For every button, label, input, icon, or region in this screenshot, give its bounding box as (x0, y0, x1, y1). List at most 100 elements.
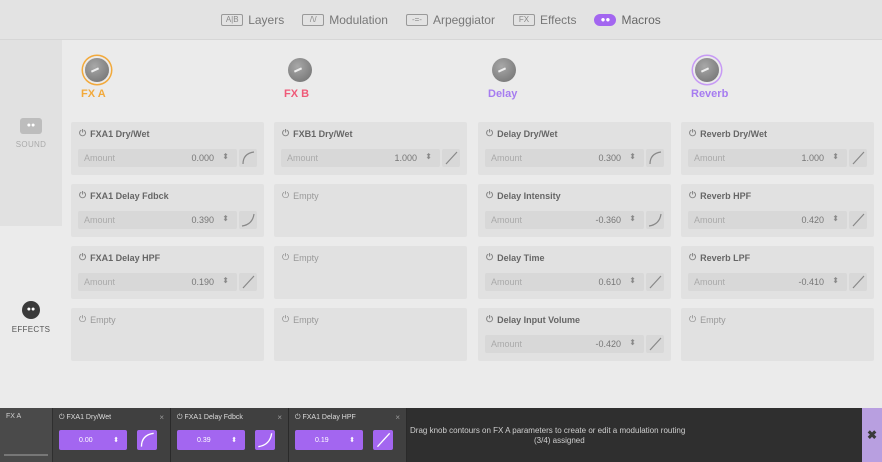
power-icon[interactable]: ⏻ (689, 128, 696, 139)
remove-icon[interactable]: × (159, 413, 164, 422)
power-icon[interactable]: ⏻ (79, 128, 86, 139)
amount-field[interactable]: Amount 0.190 ⬍ (78, 273, 237, 291)
amount-field[interactable]: Amount 0.420 ⬍ (688, 211, 847, 229)
close-button[interactable]: ✖ (862, 408, 882, 462)
curve-linear-icon[interactable] (442, 149, 460, 167)
amount-field[interactable]: Amount 0.000 ⬍ (78, 149, 237, 167)
slot-title: ⏻ Empty (689, 314, 726, 325)
macro-slot[interactable]: ⏻ Delay Time Amount 0.610 ⬍ (478, 246, 671, 299)
amount-field[interactable]: Amount -0.420 ⬍ (485, 335, 644, 353)
power-icon[interactable]: ⏻ (282, 252, 289, 263)
power-icon[interactable]: ⏻ (689, 314, 696, 325)
modulation-slot[interactable]: ⏻ FXA1 Delay HPF × 0.19 ⬍ (289, 408, 407, 462)
curve-exp-icon[interactable] (255, 430, 275, 450)
macro-knob[interactable] (85, 58, 109, 82)
stepper-icon[interactable]: ⬍ (629, 276, 636, 285)
tab-arpeggiator[interactable]: -=- Arpeggiator (405, 13, 495, 27)
macro-slot[interactable]: ⏻ Empty (274, 184, 467, 237)
power-icon[interactable]: ⏻ (282, 190, 289, 201)
power-icon[interactable]: ⏻ (486, 252, 493, 263)
sidebar-item-effects[interactable]: ●● EFFECTS (0, 226, 62, 408)
stepper-icon[interactable]: ⬍ (349, 436, 355, 444)
curve-linear-icon[interactable] (849, 273, 867, 291)
macro-slot[interactable]: ⏻ FXA1 Delay Fdbck Amount 0.390 ⬍ (71, 184, 264, 237)
curve-exp-icon[interactable] (239, 211, 257, 229)
remove-icon[interactable]: × (395, 413, 400, 422)
amount-field[interactable]: Amount 0.390 ⬍ (78, 211, 237, 229)
modulation-amount-field[interactable]: 0.39 ⬍ (177, 430, 245, 450)
slot-title-text: FXA1 Delay HPF (90, 252, 161, 263)
slot-title-text: FXA1 Dry/Wet (90, 128, 150, 139)
amount-label: Amount (491, 153, 523, 163)
stepper-icon[interactable]: ⬍ (629, 214, 636, 223)
macro-slot[interactable]: ⏻ FXA1 Delay HPF Amount 0.190 ⬍ (71, 246, 264, 299)
slot-title: ⏻ FXA1 Delay Fdbck (79, 190, 169, 201)
stepper-icon[interactable]: ⬍ (832, 214, 839, 223)
amount-field[interactable]: Amount 1.000 ⬍ (688, 149, 847, 167)
macro-slot[interactable]: ⏻ Empty (274, 308, 467, 361)
curve-linear-icon[interactable] (849, 149, 867, 167)
macro-slot[interactable]: ⏻ Empty (274, 246, 467, 299)
curve-log-icon[interactable] (137, 430, 157, 450)
macro-knob[interactable] (695, 58, 719, 82)
stepper-icon[interactable]: ⬍ (832, 276, 839, 285)
power-icon[interactable]: ⏻ (282, 314, 289, 325)
macro-knob[interactable] (288, 58, 312, 82)
power-icon[interactable]: ⏻ (79, 252, 86, 263)
power-icon[interactable]: ⏻ (486, 190, 493, 201)
amount-field[interactable]: Amount 0.300 ⬍ (485, 149, 644, 167)
curve-linear-icon[interactable] (646, 273, 664, 291)
stepper-icon[interactable]: ⬍ (629, 152, 636, 161)
power-icon[interactable]: ⏻ (689, 190, 696, 201)
macro-slot[interactable]: ⏻ Reverb Dry/Wet Amount 1.000 ⬍ (681, 122, 874, 175)
macro-slot[interactable]: ⏻ Delay Dry/Wet Amount 0.300 ⬍ (478, 122, 671, 175)
tab-effects[interactable]: FX Effects (512, 13, 576, 27)
curve-linear-icon[interactable] (239, 273, 257, 291)
macro-slot[interactable]: ⏻ Reverb HPF Amount 0.420 ⬍ (681, 184, 874, 237)
curve-log-icon[interactable] (646, 149, 664, 167)
modulation-slot[interactable]: ⏻ FXA1 Delay Fdbck × 0.39 ⬍ (171, 408, 289, 462)
sidebar-item-sound[interactable]: ●● SOUND (0, 40, 62, 226)
power-icon[interactable]: ⏻ (79, 190, 86, 201)
power-icon[interactable]: ⏻ (79, 314, 86, 325)
macro-slot[interactable]: ⏻ FXB1 Dry/Wet Amount 1.000 ⬍ (274, 122, 467, 175)
stepper-icon[interactable]: ⬍ (113, 436, 119, 444)
modulation-amount-field[interactable]: 0.19 ⬍ (295, 430, 363, 450)
macro-slot[interactable]: ⏻ Empty (681, 308, 874, 361)
power-icon[interactable]: ⏻ (282, 128, 289, 139)
tab-modulation[interactable]: /\/ Modulation (302, 13, 388, 27)
amount-field[interactable]: Amount -0.360 ⬍ (485, 211, 644, 229)
tab-layers[interactable]: A|B Layers (221, 13, 284, 27)
macro-label: FX A (81, 88, 106, 100)
tab-macros[interactable]: ●● Macros (594, 13, 661, 27)
amount-field[interactable]: Amount 1.000 ⬍ (281, 149, 440, 167)
arpeggiator-icon: -=- (405, 13, 428, 26)
macro-slot[interactable]: ⏻ Delay Input Volume Amount -0.420 ⬍ (478, 308, 671, 361)
power-icon[interactable]: ⏻ (486, 128, 493, 139)
modulation-source[interactable]: FX A (0, 408, 52, 462)
macro-slot[interactable]: ⏻ Empty (71, 308, 264, 361)
curve-linear-icon[interactable] (373, 430, 393, 450)
modulation-slot[interactable]: ⏻ FXA1 Dry/Wet × 0.00 ⬍ (53, 408, 171, 462)
macro-slot[interactable]: ⏻ Delay Intensity Amount -0.360 ⬍ (478, 184, 671, 237)
power-icon[interactable]: ⏻ (689, 252, 696, 263)
stepper-icon[interactable]: ⬍ (222, 276, 229, 285)
curve-linear-icon[interactable] (849, 211, 867, 229)
curve-log-icon[interactable] (239, 149, 257, 167)
stepper-icon[interactable]: ⬍ (629, 338, 636, 347)
stepper-icon[interactable]: ⬍ (222, 214, 229, 223)
power-icon[interactable]: ⏻ (486, 314, 493, 325)
amount-field[interactable]: Amount -0.410 ⬍ (688, 273, 847, 291)
curve-exp-icon[interactable] (646, 211, 664, 229)
macro-knob[interactable] (492, 58, 516, 82)
stepper-icon[interactable]: ⬍ (425, 152, 432, 161)
macro-slot[interactable]: ⏻ FXA1 Dry/Wet Amount 0.000 ⬍ (71, 122, 264, 175)
macro-slot[interactable]: ⏻ Reverb LPF Amount -0.410 ⬍ (681, 246, 874, 299)
stepper-icon[interactable]: ⬍ (832, 152, 839, 161)
stepper-icon[interactable]: ⬍ (222, 152, 229, 161)
curve-linear-icon[interactable] (646, 335, 664, 353)
amount-field[interactable]: Amount 0.610 ⬍ (485, 273, 644, 291)
stepper-icon[interactable]: ⬍ (231, 436, 237, 444)
modulation-amount-field[interactable]: 0.00 ⬍ (59, 430, 127, 450)
remove-icon[interactable]: × (277, 413, 282, 422)
